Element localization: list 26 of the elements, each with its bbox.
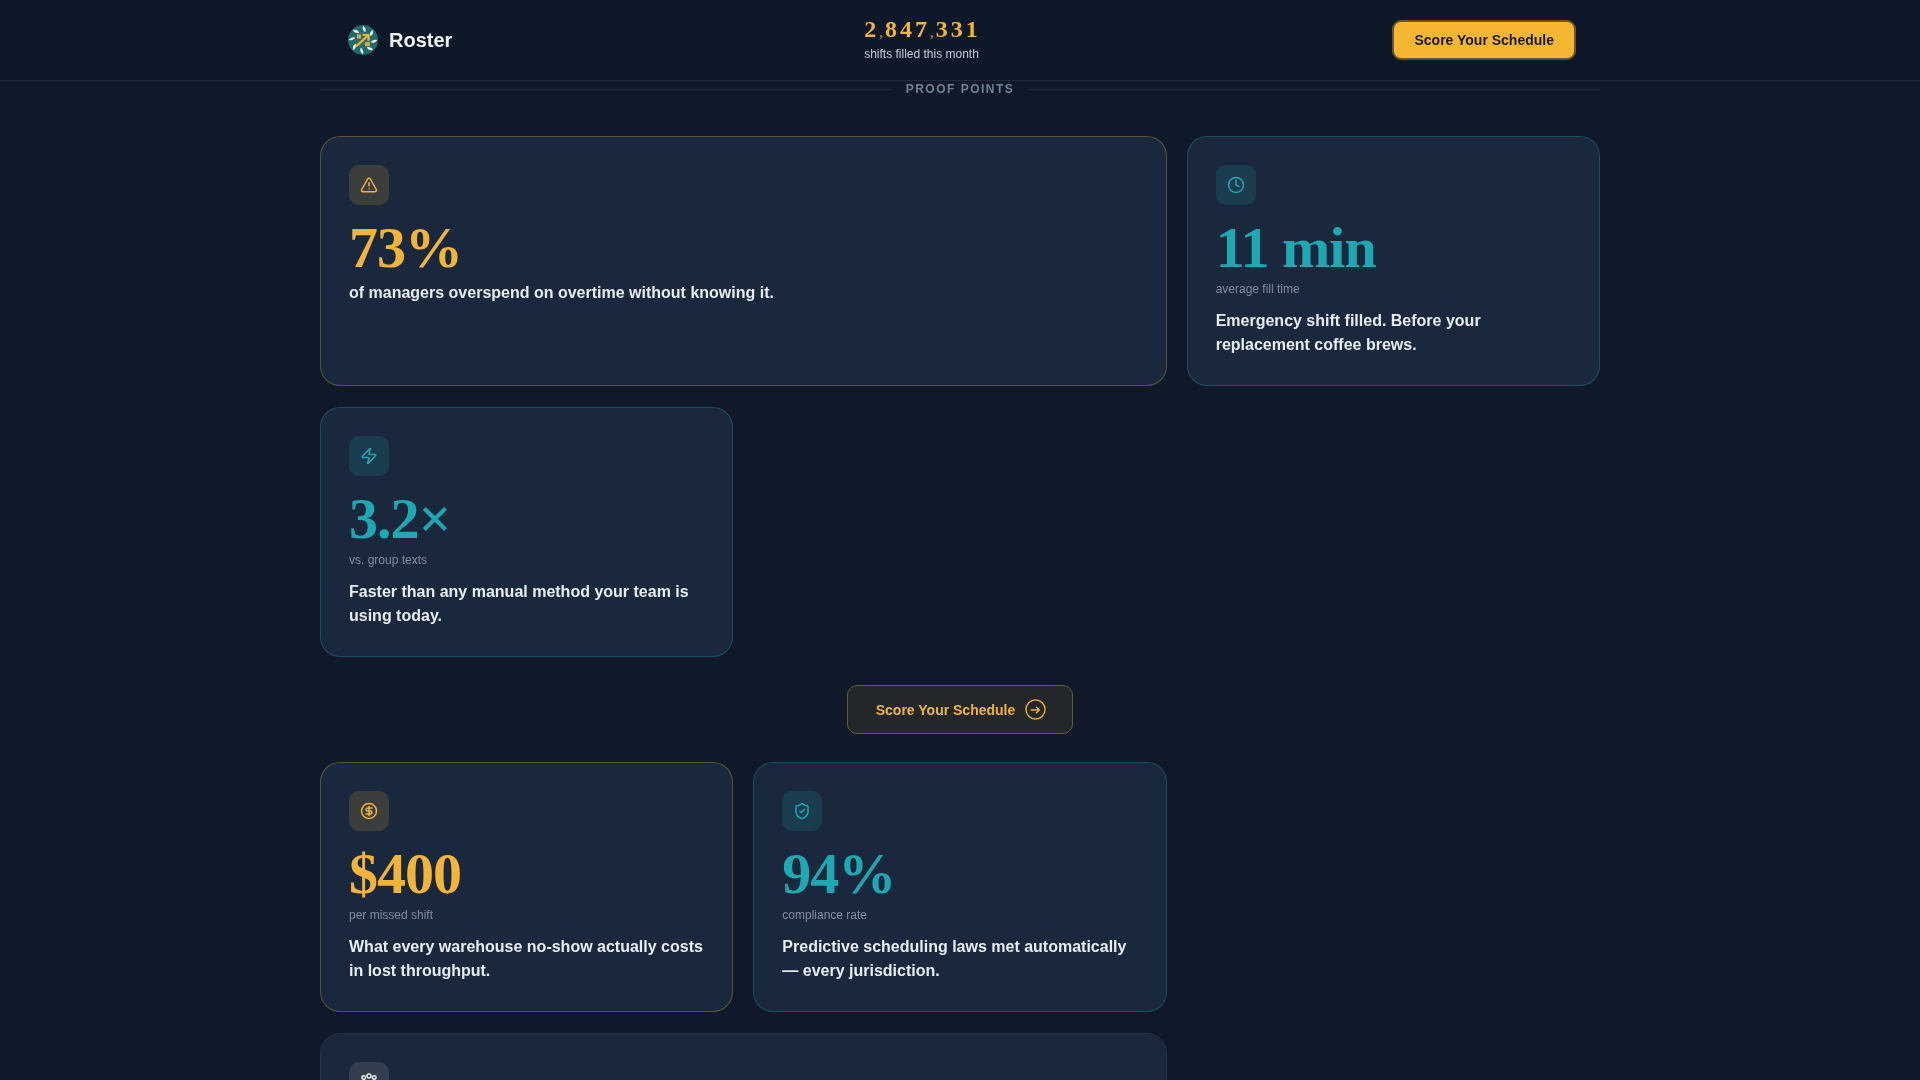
shift-counter: 2,847,331: [864, 15, 981, 44]
counter-caption: shifts filled this month: [864, 46, 980, 61]
stat-value: 94%: [782, 845, 896, 903]
stat-description: Predictive scheduling laws met automatically — every jurisdiction.: [782, 937, 1128, 981]
shield-check-icon: [782, 791, 823, 831]
stat-description: What every warehouse no-show actually costs in lost throughput.: [349, 937, 704, 981]
lightning-icon: [349, 436, 389, 476]
stat-description: Faster than any manual method your team is using today.: [349, 582, 690, 626]
section-label: PROOF POINTS: [905, 82, 1015, 96]
brand-name: Roster: [389, 28, 453, 52]
logo-icon: [348, 25, 378, 55]
cta-button[interactable]: Score Your Schedule: [846, 685, 1074, 734]
dollar-icon: [349, 791, 389, 831]
stat-value: 11 min: [1215, 219, 1376, 277]
stat-value: $400: [349, 845, 461, 903]
stat-value: 73%: [349, 219, 462, 277]
stat-caption: per missed shift: [349, 907, 434, 923]
stat-value: 3.2×: [349, 490, 451, 548]
cta-button[interactable]: Score Your Schedule: [1392, 20, 1576, 60]
stat-caption: average fill time: [1215, 281, 1300, 297]
clock-icon: [1215, 165, 1256, 205]
stat-caption: compliance rate: [782, 907, 868, 923]
stat-description: of managers overspend on overtime without knowing it.: [349, 283, 774, 303]
warning-icon: [349, 165, 389, 205]
stat-caption: vs. group texts: [349, 552, 428, 568]
stat-description: Emergency shift filled. Before your replacement coffee brews.: [1215, 311, 1482, 355]
